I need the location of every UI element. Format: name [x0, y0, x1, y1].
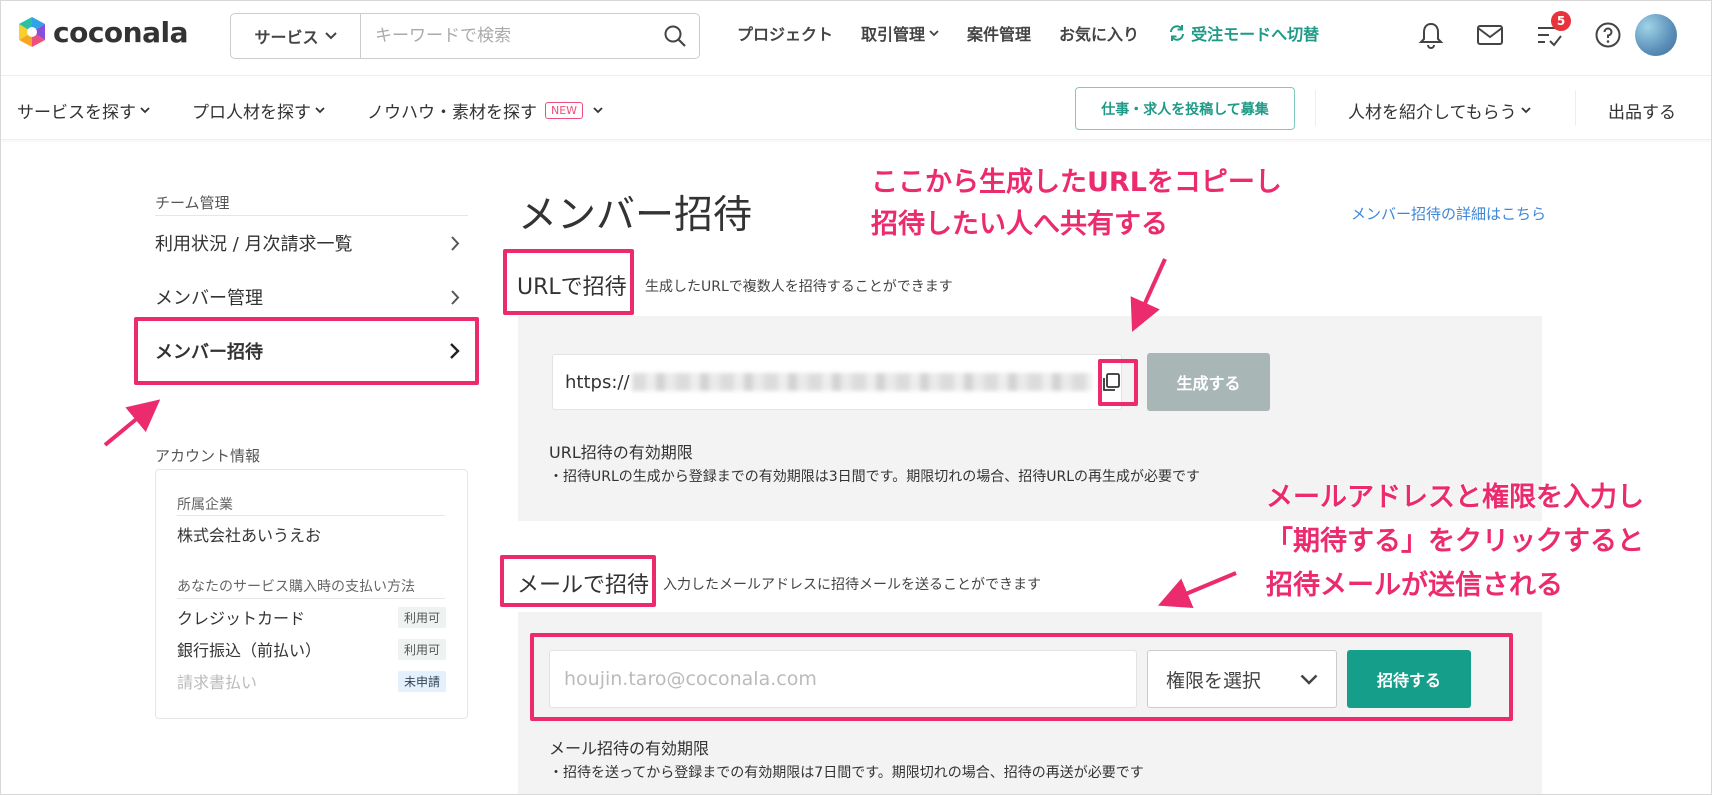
annotation-mail-line2: 「期待する」をクリックすると: [1266, 526, 1644, 557]
arrow-to-mail-form: [1157, 571, 1237, 609]
app-frame: coconala サービス プロジェクト 取引管理 案件管理 お気に入り 受注モ…: [0, 0, 1712, 795]
annotation-url-line2: 招待したい人へ共有する: [871, 209, 1168, 240]
annotation-mail-line1: メールアドレスと権限を入力し: [1266, 482, 1644, 513]
arrow-to-sidebar: [103, 399, 161, 447]
annotation-mail-line3: 招待メールが送信される: [1266, 570, 1563, 601]
annotation-url-line1: ここから生成したURLをコピーし: [871, 167, 1282, 198]
arrow-to-copy: [1130, 258, 1167, 332]
annotation-arrows: [103, 258, 1237, 609]
